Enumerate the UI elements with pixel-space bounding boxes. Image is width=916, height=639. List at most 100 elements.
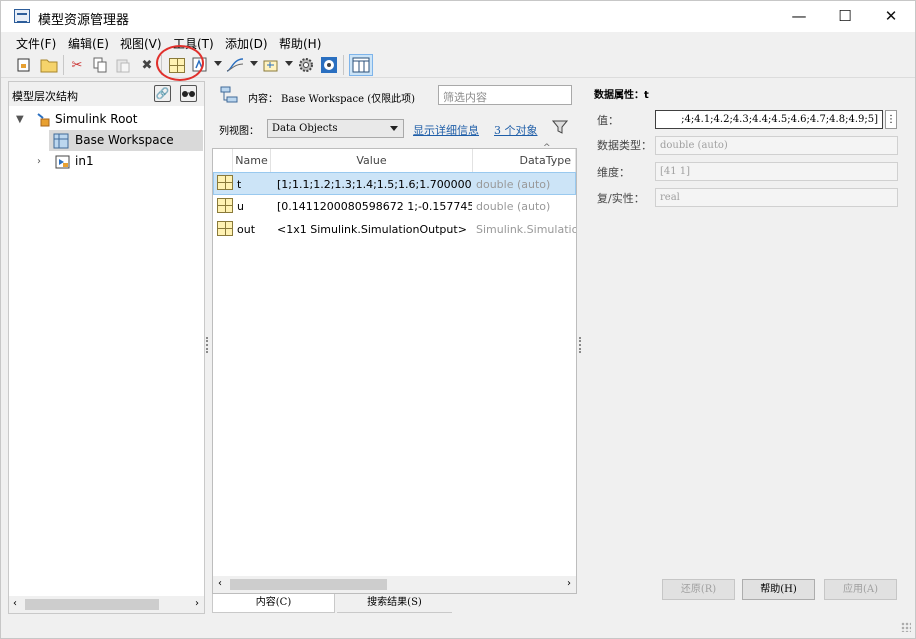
left-splitter[interactable]: [206, 337, 208, 353]
table-row[interactable]: out <1x1 Simulink.SimulationOutput> Simu…: [213, 218, 576, 241]
add-signal-icon[interactable]: [225, 55, 245, 75]
row-datatype: Simulink.Simulation: [476, 223, 576, 236]
menu-add[interactable]: 添加(D): [225, 35, 268, 52]
model-hierarchy-pane: 模型层次结构 🔗 ▼ Simulink Root Base Workspace …: [8, 81, 205, 614]
more-options-icon[interactable]: ⋮: [885, 110, 897, 129]
status-bar: [1, 618, 915, 638]
add-parameter-icon[interactable]: [261, 55, 281, 75]
column-view-select[interactable]: Data Objects: [267, 119, 404, 138]
menu-view[interactable]: 视图(V): [120, 35, 162, 52]
sort-ascending-icon: ^: [543, 143, 551, 153]
content-label: 内容：: [248, 94, 278, 105]
paste-icon[interactable]: [113, 55, 133, 75]
scroll-right-icon[interactable]: ›: [567, 578, 571, 589]
value-label: 值：: [597, 114, 619, 127]
content-path: Base Workspace (仅限此项): [281, 94, 415, 105]
resize-grip-icon[interactable]: [901, 622, 911, 632]
minimize-button[interactable]: —: [776, 1, 822, 32]
row-datatype: double (auto): [476, 200, 551, 213]
open-folder-icon[interactable]: [39, 55, 59, 75]
menu-bar: 文件(F) 编辑(E) 视图(V) 工具(T) 添加(D) 帮助(H): [1, 32, 915, 52]
title-bar: 模型资源管理器 — ☐ ✕: [1, 1, 915, 32]
right-splitter[interactable]: [579, 337, 581, 353]
model-explorer-window: 模型资源管理器 — ☐ ✕ 文件(F) 编辑(E) 视图(V) 工具(T) 添加…: [0, 0, 916, 639]
copy-icon[interactable]: [90, 55, 110, 75]
new-model-icon[interactable]: [14, 55, 34, 75]
apply-button[interactable]: 应用(A): [824, 579, 897, 600]
column-header-value[interactable]: Value: [271, 149, 473, 172]
row-value: [1;1.1;1.2;1.3;1.4;1.5;1.6;1.70000000...: [277, 178, 472, 191]
dimensions-label: 维度：: [597, 166, 630, 179]
add-parameter-dropdown-icon[interactable]: [285, 61, 293, 66]
left-horizontal-scrollbar[interactable]: ‹ ›: [9, 596, 204, 613]
table-row[interactable]: u [0.1411200080598672 1;-0.1577456... do…: [213, 195, 576, 218]
variable-icon: [217, 175, 233, 190]
filter-input[interactable]: 筛选内容: [438, 85, 572, 105]
value-field[interactable]: ;4;4.1;4.2;4.3;4.4;4.5;4.6;4.7;4.8;4.9;5…: [655, 110, 883, 129]
scroll-thumb[interactable]: [230, 579, 387, 590]
row-name: u: [237, 200, 244, 213]
add-matlab-variable-dropdown-icon[interactable]: [214, 61, 222, 66]
objects-table: Name Value DataType ^ t [1;1.1;1.2;1.3;1…: [212, 143, 577, 594]
tree-item-label: Base Workspace: [75, 133, 174, 147]
complexity-field[interactable]: real: [655, 188, 898, 207]
chevron-down-icon: [390, 126, 398, 131]
maximize-button[interactable]: ☐: [822, 1, 868, 32]
properties-title: 数据属性：t: [594, 90, 649, 101]
tree-item-base-workspace[interactable]: Base Workspace: [49, 130, 203, 151]
column-header-name[interactable]: Name: [233, 149, 271, 172]
tree-item-simulink-root[interactable]: ▼ Simulink Root: [13, 109, 203, 130]
scroll-left-icon[interactable]: ‹: [218, 578, 222, 589]
collapse-caret-icon[interactable]: ›: [37, 151, 41, 172]
delete-icon[interactable]: ✖: [137, 55, 157, 75]
row-datatype: double (auto): [476, 178, 551, 191]
header-icon-column: [213, 149, 233, 172]
scroll-left-icon[interactable]: ‹: [13, 598, 17, 609]
row-name: t: [237, 178, 242, 191]
variable-icon: [217, 198, 233, 213]
contents-tabs: 内容(C) 搜索结果(S): [212, 594, 578, 614]
close-button[interactable]: ✕: [868, 1, 914, 32]
help-button[interactable]: 帮助(H): [742, 579, 815, 600]
model-icon: [55, 154, 71, 177]
dimensions-field[interactable]: [41 1]: [655, 162, 898, 181]
window-title: 模型资源管理器: [38, 13, 130, 28]
menu-file[interactable]: 文件(F): [16, 35, 56, 52]
variable-icon: [217, 221, 233, 236]
show-details-link[interactable]: 显示详细信息: [413, 122, 479, 138]
table-horizontal-scrollbar[interactable]: ‹ ›: [213, 576, 576, 593]
scroll-right-icon[interactable]: ›: [195, 598, 199, 609]
view-label: 列视图：: [219, 126, 259, 137]
menu-edit[interactable]: 编辑(E): [68, 35, 109, 52]
app-icon: [14, 9, 30, 23]
highlight-annotation: [156, 45, 204, 81]
show-details-icon[interactable]: [349, 54, 373, 76]
menu-help[interactable]: 帮助(H): [279, 35, 321, 52]
tab-contents[interactable]: 内容(C): [212, 594, 335, 613]
tree-item-in1[interactable]: › in1: [13, 151, 203, 172]
content-path-row: 内容： Base Workspace (仅限此项) 筛选内容: [212, 81, 578, 111]
scroll-thumb[interactable]: [25, 599, 159, 610]
tree-item-label: Simulink Root: [55, 112, 138, 126]
object-count-link[interactable]: 3 个对象: [494, 122, 538, 138]
datatype-field[interactable]: double (auto): [655, 136, 898, 155]
filter-funnel-icon[interactable]: [551, 119, 569, 138]
column-header-datatype[interactable]: DataType: [473, 149, 576, 172]
link-icon[interactable]: 🔗: [154, 85, 171, 102]
contents-pane: 内容： Base Workspace (仅限此项) 筛选内容 列视图： Data…: [212, 81, 578, 614]
model-config-icon[interactable]: [296, 55, 316, 75]
complexity-label: 复/实性：: [597, 192, 645, 205]
simulink-config-icon[interactable]: [319, 55, 339, 75]
column-view-value: Data Objects: [272, 123, 338, 134]
revert-button[interactable]: 还原(R): [662, 579, 735, 600]
expand-caret-icon[interactable]: ▼: [16, 109, 24, 130]
model-hierarchy-header: 模型层次结构 🔗: [9, 82, 204, 106]
table-row[interactable]: t [1;1.1;1.2;1.3;1.4;1.5;1.6;1.70000000.…: [213, 172, 576, 195]
glasses-icon[interactable]: [180, 85, 197, 102]
toolbar: ✂ ✖: [1, 52, 915, 78]
cut-icon[interactable]: ✂: [67, 55, 87, 75]
hierarchy-icon: [220, 86, 238, 107]
row-name: out: [237, 223, 256, 236]
tab-search-results[interactable]: 搜索结果(S): [337, 594, 452, 613]
add-signal-dropdown-icon[interactable]: [250, 61, 258, 66]
